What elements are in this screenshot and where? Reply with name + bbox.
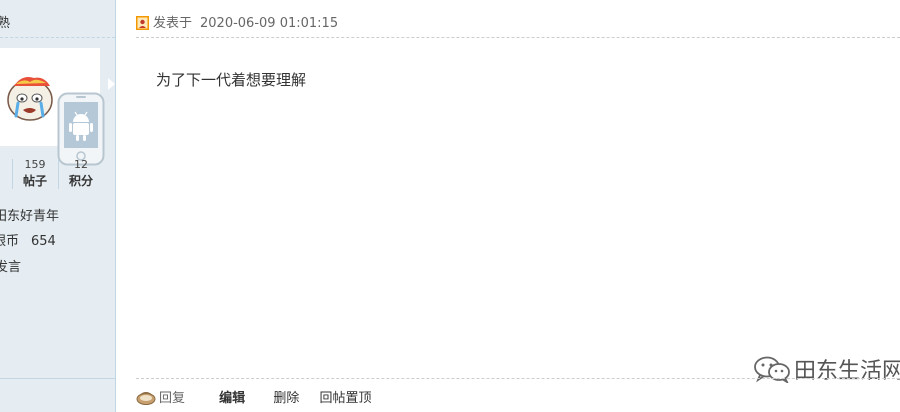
stat-divider (58, 159, 59, 189)
watermark-text: 田东生活网 (794, 359, 900, 384)
author-name[interactable]: 熟 (0, 12, 10, 31)
stat-divider (12, 159, 13, 189)
stat-posts-label: 帖子 (22, 174, 47, 188)
stat-posts[interactable]: 159 帖子 (20, 157, 50, 189)
reply-button[interactable]: 回复 (136, 387, 185, 406)
edit-button[interactable]: 编辑 (219, 387, 245, 406)
pin-reply-button[interactable]: 回帖置顶 (319, 387, 371, 406)
reply-label: 回复 (159, 391, 186, 406)
post-author-icon (136, 16, 149, 30)
author-stats: 159 帖子 12 积分 (0, 157, 105, 191)
stat-points[interactable]: 12 积分 (66, 157, 96, 189)
delete-button[interactable]: 删除 (273, 387, 299, 406)
avatar[interactable] (4, 72, 60, 124)
posted-label: 发表于 (153, 16, 193, 31)
author-sidebar: 熟 159 帖子 12 积分 田东好青年 币 654 发言 (0, 0, 116, 412)
coins-row: 银币 654 (0, 230, 56, 249)
post-timestamp: 2020-06-09 01:01:15 (200, 16, 339, 31)
badge-pointer (108, 78, 115, 90)
coins-label: 银币 (0, 234, 20, 249)
stat-posts-value: 159 (24, 158, 46, 171)
avatar-container (0, 48, 105, 166)
stat-points-value: 12 (74, 158, 88, 171)
reply-icon (136, 392, 156, 405)
user-group[interactable]: 田东好青年 (0, 205, 59, 224)
post-actions: 回复 编辑 删除 回帖置顶 (136, 387, 371, 407)
post-content: 为了下一代着想要理解 (156, 71, 307, 89)
post-meta: 发表于 2020-06-09 01:01:15 (136, 12, 339, 31)
android-phone-icon (57, 92, 105, 166)
sidebar-divider (0, 37, 115, 38)
forum-post-page: 熟 159 帖子 12 积分 田东好青年 币 654 发言 发表于 2020-0… (0, 0, 900, 412)
coins-value: 654 (31, 234, 56, 249)
stat-points-label: 积分 (68, 174, 93, 188)
sidebar-bottom-divider (0, 378, 115, 379)
post-header-divider (136, 37, 900, 38)
send-message-link[interactable]: 发言 (0, 256, 21, 275)
post-footer-divider (136, 378, 900, 379)
